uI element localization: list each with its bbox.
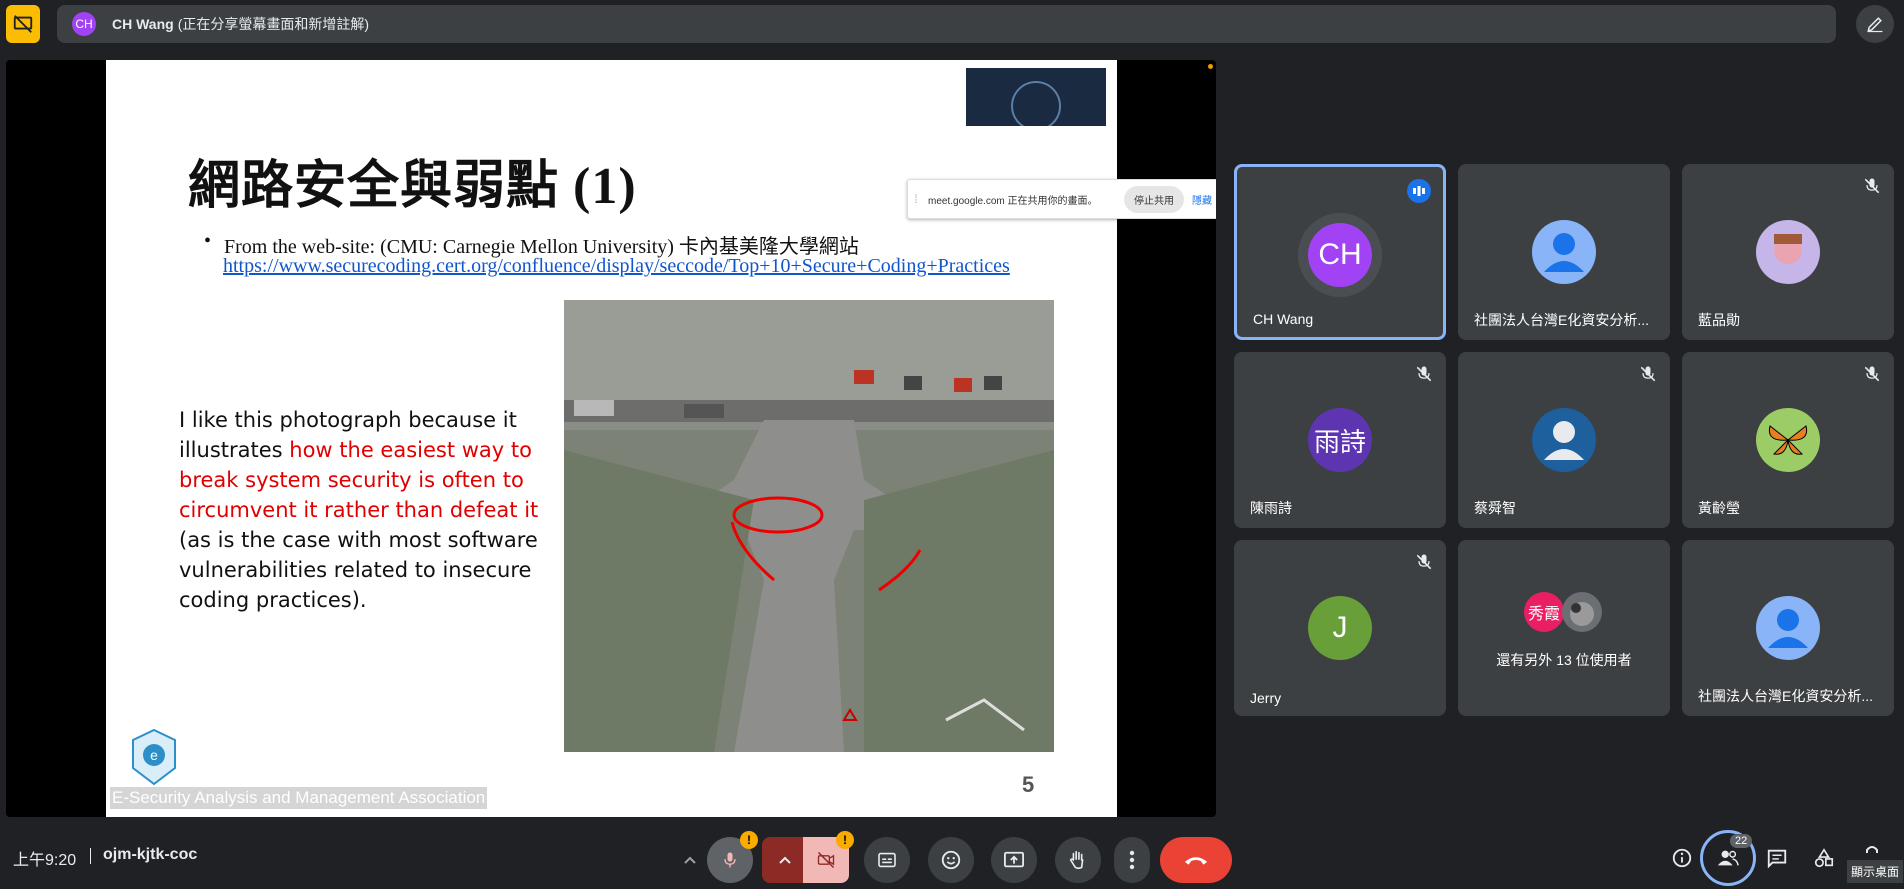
svg-text:e: e: [150, 747, 158, 763]
mic-off-icon: [1640, 366, 1656, 382]
chat-button[interactable]: [1761, 842, 1793, 874]
speaking-indicator-icon: [1407, 179, 1431, 203]
avatar: [1756, 596, 1820, 660]
chevron-up-icon: [684, 856, 696, 864]
meeting-info-button[interactable]: [1666, 842, 1698, 874]
hang-up-icon: [1184, 857, 1208, 865]
participant-tile[interactable]: J Jerry: [1234, 540, 1446, 716]
participant-tile[interactable]: 黃齡瑩: [1682, 352, 1894, 528]
avatar: [1532, 220, 1596, 284]
bullet-dot: •: [204, 230, 212, 252]
avatar: [1756, 408, 1820, 472]
captions-button[interactable]: [864, 837, 910, 883]
participant-name: CH Wang: [1253, 311, 1314, 327]
people-icon: [1717, 850, 1739, 866]
chat-icon: [1767, 849, 1787, 869]
more-video-options-button[interactable]: [762, 837, 808, 883]
mic-off-icon: [1864, 366, 1880, 382]
present-icon: [1004, 851, 1024, 868]
participant-name: 陳雨詩: [1250, 500, 1292, 516]
participant-tile[interactable]: 雨詩 陳雨詩: [1234, 352, 1446, 528]
participant-name: 黃齡瑩: [1698, 500, 1740, 516]
presenter-name: CH Wang: [112, 16, 174, 32]
emoji-icon: [941, 850, 961, 870]
info-icon: [1672, 848, 1692, 868]
participant-name: 社團法人台灣E化資安分析...: [1698, 688, 1874, 704]
slide-title: 網路安全與弱點 (1): [188, 158, 637, 215]
show-desktop-tooltip: 顯示桌面: [1847, 860, 1904, 883]
people-count-badge: 22: [1730, 834, 1753, 848]
camera-off-icon: [817, 851, 835, 869]
presenter-thumbnail: [966, 68, 1106, 126]
others-count-label: 還有另外 13 位使用者: [1496, 652, 1632, 668]
slide-photo: [564, 300, 1054, 752]
others-tile[interactable]: 秀霞 還有另外 13 位使用者: [1458, 540, 1670, 716]
leave-call-button[interactable]: [1160, 837, 1232, 883]
avatar: 秀霞: [1524, 592, 1564, 632]
more-options-button[interactable]: [1114, 837, 1150, 883]
recording-indicator: [1208, 64, 1213, 69]
avatar: 雨詩: [1308, 408, 1372, 472]
participant-tile[interactable]: 社團法人台灣E化資安分析...: [1682, 540, 1894, 716]
mic-icon: [724, 852, 736, 868]
emoji-button[interactable]: [928, 837, 974, 883]
bottom-bar: 上午9:20 ojm-kjtk-coc ! ! 22: [0, 830, 1904, 889]
presenter-status: (正在分享螢幕畫面和新增註解): [177, 16, 370, 32]
participant-tile[interactable]: 蔡舜智: [1458, 352, 1670, 528]
slide-quote: I like this photograph because it illust…: [179, 405, 549, 615]
participant-name: 社團法人台灣E化資安分析...: [1474, 312, 1650, 328]
slide-footer: E-Security Analysis and Management Assoc…: [110, 787, 488, 809]
chevron-up-icon: [779, 856, 791, 864]
presenter-banner: CH CH Wang (正在分享螢幕畫面和新增註解): [57, 5, 1836, 43]
camera-warning-icon: !: [836, 831, 854, 849]
presenter-avatar: CH: [72, 12, 96, 36]
quote-text-2: (as is the case with most software vulne…: [179, 528, 538, 612]
avatar: [1756, 220, 1820, 284]
annotate-pen-icon[interactable]: [1856, 5, 1894, 43]
participant-tile[interactable]: 社團法人台灣E化資安分析...: [1458, 164, 1670, 340]
mic-off-icon: [1864, 178, 1880, 194]
mic-off-icon: [1416, 366, 1432, 382]
hand-icon: [1069, 850, 1084, 870]
participant-name: 藍品勛: [1698, 312, 1740, 328]
slide-page-number: 5: [1022, 772, 1035, 797]
screen-share-off-icon[interactable]: [6, 5, 40, 43]
participant-tile[interactable]: CH CH Wang: [1234, 164, 1446, 340]
stop-sharing-button[interactable]: 停止共用: [1124, 185, 1184, 213]
presentation-stage: 網路安全與弱點 (1) • From the web-site: (CMU: C…: [6, 60, 1216, 817]
divider: [90, 848, 91, 864]
participant-name: 蔡舜智: [1474, 500, 1516, 516]
meeting-code[interactable]: ojm-kjtk-coc: [103, 846, 197, 864]
top-bar: CH CH Wang (正在分享螢幕畫面和新增註解): [0, 0, 1904, 48]
participant-name: Jerry: [1250, 690, 1282, 706]
slide-link[interactable]: https://www.securecoding.cert.org/conflu…: [223, 254, 1073, 279]
share-notice-message: meet.google.com 正在共用你的畫面。: [928, 195, 1098, 207]
hide-notice-button[interactable]: 隱藏: [1192, 192, 1212, 207]
raise-hand-button[interactable]: [1055, 837, 1101, 883]
slide: 網路安全與弱點 (1) • From the web-site: (CMU: C…: [106, 60, 1117, 817]
clock: 上午9:20: [13, 852, 77, 869]
avatar: J: [1308, 596, 1372, 660]
avatar: CH: [1308, 223, 1372, 287]
association-logo: e: [131, 728, 177, 786]
captions-icon: [878, 852, 896, 868]
present-screen-button[interactable]: [991, 837, 1037, 883]
more-vert-icon: [1129, 850, 1135, 870]
mic-off-icon: [1416, 554, 1432, 570]
avatar: [1562, 592, 1602, 632]
mic-warning-icon: !: [740, 831, 758, 849]
activities-button[interactable]: [1808, 842, 1840, 874]
participant-tile[interactable]: 藍品勛: [1682, 164, 1894, 340]
share-notice-bar: ⁞ meet.google.com 正在共用你的畫面。 停止共用 隱藏: [907, 179, 1216, 219]
avatar: [1532, 408, 1596, 472]
drag-handle-icon[interactable]: ⁞: [908, 192, 924, 206]
activities-icon: [1814, 848, 1834, 868]
